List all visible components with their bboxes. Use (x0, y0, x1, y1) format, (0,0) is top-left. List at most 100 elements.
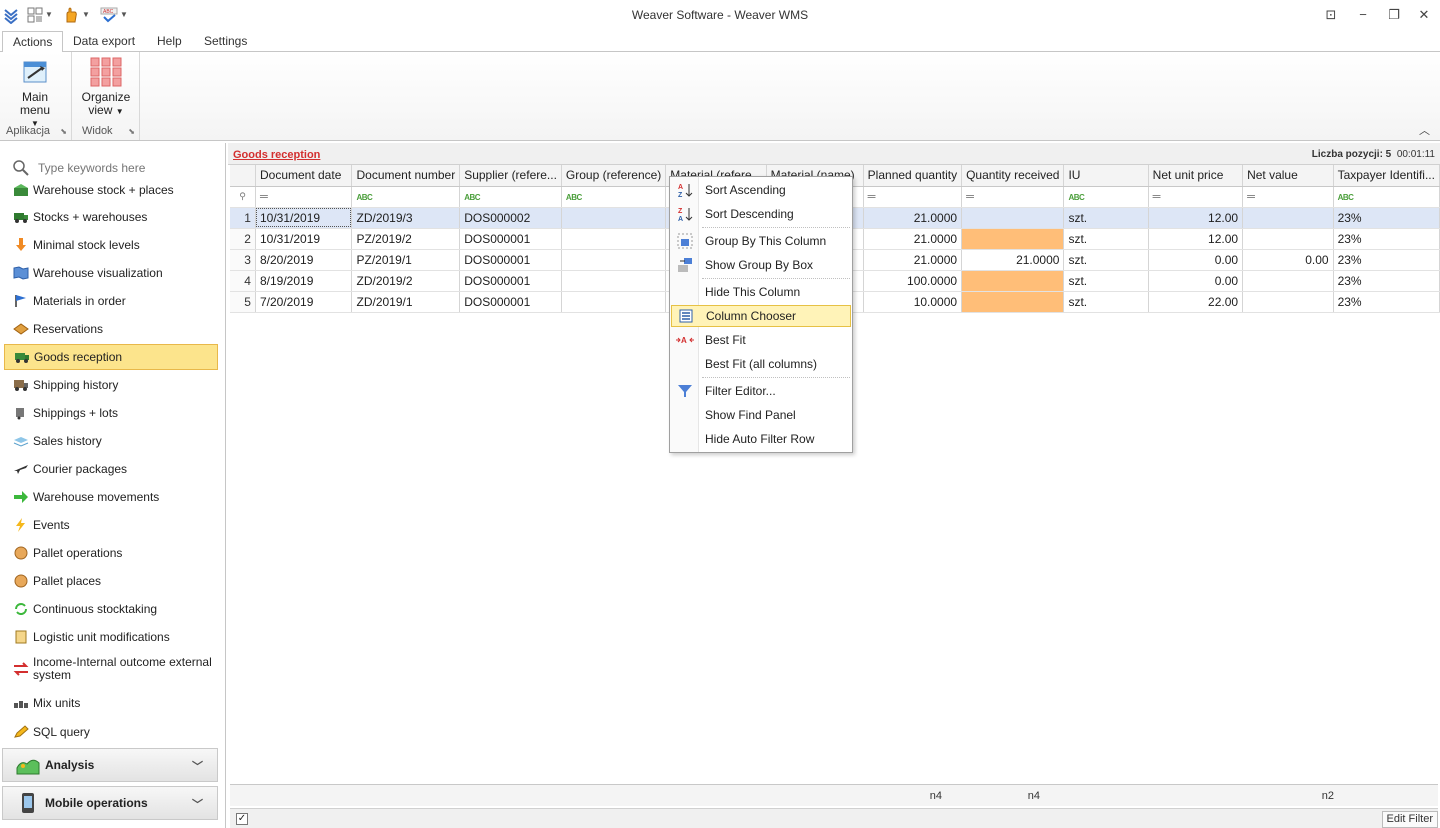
menu-item-show-group-by-box[interactable]: Show Group By Box (671, 254, 851, 276)
sidebar-item-shippings-lots[interactable]: Shippings + lots (4, 400, 218, 426)
ticket-icon (12, 321, 30, 337)
row-indicator-header (230, 165, 256, 187)
auto-filter-cell[interactable]: ABC (1063, 186, 1149, 208)
footer-summary-received[interactable]: n4 (948, 790, 1040, 802)
pallet-icon (12, 545, 30, 561)
column-header[interactable]: Taxpayer Identifi... (1333, 165, 1440, 187)
auto-filter-cell[interactable]: ABC (459, 186, 562, 208)
edit-filter-button[interactable]: Edit Filter (1381, 811, 1438, 828)
menu-separator (702, 377, 850, 378)
main-menu-button[interactable]: Main menu ▼ (6, 56, 64, 130)
truck-icon (12, 209, 30, 225)
sidebar-item-minimal-stock-levels[interactable]: Minimal stock levels (4, 232, 218, 258)
group-box-icon (671, 254, 699, 276)
sidebar-item-sales-history[interactable]: Sales history (4, 428, 218, 454)
sidebar-item-reservations[interactable]: Reservations (4, 316, 218, 342)
column-header[interactable]: Quantity received (961, 165, 1065, 187)
auto-filter-cell[interactable]: ═ (1242, 186, 1334, 208)
sidebar-item-mix-units[interactable]: Mix units (4, 690, 218, 716)
menu-item-sort-descending[interactable]: ZA Sort Descending (671, 203, 851, 225)
sidebar-item-warehouse-stock-places[interactable]: Warehouse stock + places (4, 177, 218, 203)
menu-item-show-find-panel[interactable]: Show Find Panel (671, 404, 851, 426)
sidebar-item-warehouse-visualization[interactable]: Warehouse visualization (4, 260, 218, 286)
sidebar-item-sql-query[interactable]: SQL query (4, 719, 218, 745)
record-count: Liczba pozycji: 5 00:01:11 (1311, 149, 1435, 160)
menu-item-hide-column[interactable]: Hide This Column (671, 281, 851, 303)
stack-icon (12, 433, 30, 449)
shipping-truck-icon (12, 377, 30, 393)
sidebar-item-courier-packages[interactable]: Courier packages (4, 456, 218, 482)
group-launcher-icon[interactable]: ⬊ (128, 127, 135, 136)
panel-header: Goods reception Liczba pozycji: 5 00:01:… (228, 143, 1440, 165)
equals-icon: ═ (259, 190, 268, 203)
sidebar-item-pallet-operations[interactable]: Pallet operations (4, 540, 218, 566)
panel-title[interactable]: Goods reception (233, 149, 320, 161)
menu-item-column-chooser[interactable]: Column Chooser (671, 305, 851, 327)
sidebar-item-shipping-history[interactable]: Shipping history (4, 372, 218, 398)
tab-data-export[interactable]: Data export (63, 31, 145, 52)
column-header[interactable]: Net unit price (1148, 165, 1244, 187)
close-button[interactable]: ✕ (1415, 6, 1433, 24)
column-header[interactable]: IU (1063, 165, 1149, 187)
menu-item-best-fit-all[interactable]: Best Fit (all columns) (671, 353, 851, 375)
tab-settings[interactable]: Settings (194, 31, 257, 52)
column-header[interactable]: Document number (351, 165, 461, 187)
text-filter-icon: ABC (356, 192, 373, 202)
ribbon-body: Main menu ▼ Aplikacja ⬊ Organize view ▼ … (0, 52, 1440, 141)
screenshot-icon[interactable]: ⊡ (1322, 6, 1340, 24)
equals-icon: ═ (966, 190, 974, 203)
refresh-icon (12, 601, 30, 617)
search-input[interactable] (38, 158, 208, 178)
best-fit-icon: A (671, 329, 699, 351)
organize-view-button[interactable]: Organize view ▼ (77, 56, 135, 118)
pallet-icon (12, 573, 30, 589)
sidebar-item-income-internal-outcome[interactable]: Income-Internal outcome external system (4, 652, 218, 686)
sidebar-item-pallet-places[interactable]: Pallet places (4, 568, 218, 594)
menu-item-hide-auto-filter-row[interactable]: Hide Auto Filter Row (671, 428, 851, 450)
column-header[interactable]: Supplier (refere... (459, 165, 562, 187)
tab-help[interactable]: Help (147, 31, 192, 52)
main-menu-icon (23, 61, 47, 83)
sidebar-item-warehouse-movements[interactable]: Warehouse movements (4, 484, 218, 510)
menu-separator (702, 278, 850, 279)
menu-item-best-fit[interactable]: A Best Fit (671, 329, 851, 351)
document-icon (12, 629, 30, 645)
footer-summary-net-value[interactable]: n2 (1242, 790, 1334, 802)
column-header[interactable]: Group (reference) (561, 165, 667, 187)
collapse-ribbon-icon[interactable]: ︿ (1419, 122, 1430, 138)
column-header[interactable]: Net value (1242, 165, 1334, 187)
lightning-icon (12, 517, 30, 533)
equals-icon: ═ (1152, 190, 1161, 203)
auto-filter-cell[interactable]: ═ (863, 186, 963, 208)
tab-actions[interactable]: Actions (2, 31, 64, 53)
sidebar-item-materials-in-order[interactable]: Materials in order (4, 288, 218, 314)
section-analysis[interactable]: Analysis ﹀ (2, 748, 218, 782)
minimize-button[interactable]: − (1354, 6, 1372, 24)
filter-enabled-checkbox[interactable]: ✓ (236, 813, 248, 825)
sidebar-item-continuous-stocktaking[interactable]: Continuous stocktaking (4, 596, 218, 622)
restore-button[interactable]: ❐ (1385, 6, 1403, 24)
sidebar: Warehouse stock + places Stocks + wareho… (0, 143, 226, 828)
menu-item-sort-ascending[interactable]: AZ Sort Ascending (671, 179, 851, 201)
auto-filter-cell[interactable]: ABC (561, 186, 667, 208)
sidebar-item-logistic-unit-modifications[interactable]: Logistic unit modifications (4, 624, 218, 650)
sidebar-search (8, 158, 218, 178)
column-header[interactable]: Document date (255, 165, 353, 187)
menu-item-group-by-column[interactable]: Group By This Column (671, 230, 851, 252)
auto-filter-cell[interactable]: ═ (961, 186, 1065, 208)
group-launcher-icon[interactable]: ⬊ (60, 127, 67, 136)
sidebar-item-stocks-warehouses[interactable]: Stocks + warehouses (4, 204, 218, 230)
pencil-icon (12, 724, 30, 740)
sidebar-item-goods-reception[interactable]: Goods reception (4, 344, 218, 370)
column-header[interactable]: Planned quantity (863, 165, 963, 187)
footer-summary-planned[interactable]: n4 (850, 790, 942, 802)
auto-filter-cell[interactable]: ═ (255, 186, 353, 208)
equals-icon: ═ (1247, 190, 1255, 203)
menu-item-filter-editor[interactable]: Filter Editor... (671, 380, 851, 402)
section-mobile-operations[interactable]: Mobile operations ﹀ (2, 786, 218, 820)
chevron-down-icon: ﹀ (192, 761, 203, 773)
sidebar-item-events[interactable]: Events (4, 512, 218, 538)
auto-filter-cell[interactable]: ABC (351, 186, 461, 208)
auto-filter-cell[interactable]: ═ (1148, 186, 1244, 208)
auto-filter-cell[interactable]: ABC (1333, 186, 1440, 208)
